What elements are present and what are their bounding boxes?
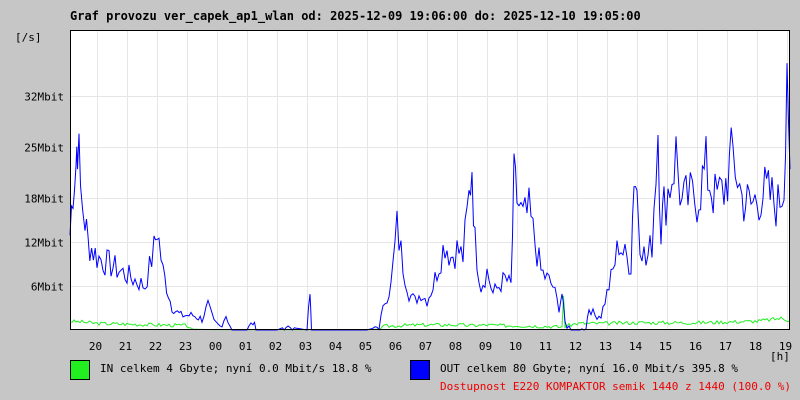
x-tick-label: 20 — [89, 340, 102, 353]
availability-text: Dostupnost E220 KOMPAKTOR semik 1440 z 1… — [440, 380, 791, 393]
y-tick-labels: 6Mbit 12Mbit 18Mbit 25Mbit 32Mbit — [24, 91, 64, 294]
x-tick-label: 02 — [269, 340, 282, 353]
x-tick-label: 00 — [209, 340, 222, 353]
x-tick-label: 14 — [629, 340, 643, 353]
out-legend-label: OUT celkem 80 Gbyte; nyní 16.0 Mbit/s 39… — [440, 362, 739, 375]
x-tick-label: 16 — [689, 340, 702, 353]
x-tick-label: 07 — [419, 340, 432, 353]
x-tick-label: 06 — [389, 340, 402, 353]
grid-lines — [70, 30, 790, 330]
y-tick-label: 18Mbit — [24, 193, 64, 206]
out-legend-swatch — [410, 360, 430, 380]
x-tick-label: 04 — [329, 340, 343, 353]
x-tick-label: 01 — [239, 340, 252, 353]
x-tick-label: 12 — [569, 340, 582, 353]
x-tick-label: 09 — [479, 340, 492, 353]
x-tick-label: 10 — [509, 340, 522, 353]
x-tick-label: 08 — [449, 340, 462, 353]
x-tick-label: 03 — [299, 340, 312, 353]
traffic-chart: 6Mbit 12Mbit 18Mbit 25Mbit 32Mbit 20 21 22 23 00… — [15, 30, 792, 363]
in-legend-label: IN celkem 4 Gbyte; nyní 0.0 Mbit/s 18.8 … — [100, 362, 372, 375]
in-legend-swatch — [70, 360, 90, 380]
x-tick-label: 15 — [659, 340, 672, 353]
x-tick-label: 21 — [119, 340, 132, 353]
x-axis-label: [h] — [770, 350, 790, 363]
x-tick-label: 23 — [179, 340, 192, 353]
y-axis-label: [/s] — [15, 31, 42, 44]
y-tick-label: 12Mbit — [24, 237, 64, 250]
x-tick-label: 05 — [359, 340, 372, 353]
x-tick-label: 18 — [749, 340, 762, 353]
x-tick-label: 22 — [149, 340, 162, 353]
x-tick-labels: 20 21 22 23 00 01 02 03 04 05 06 07 08 09 10 11 12 13 14 15… — [89, 340, 792, 353]
y-tick-label: 25Mbit — [24, 142, 64, 155]
plot-background — [70, 30, 790, 330]
chart-title: Graf provozu ver_capek_ap1_wlan od: 2025… — [70, 9, 641, 23]
x-tick-label: 17 — [719, 340, 732, 353]
x-tick-label: 13 — [599, 340, 612, 353]
x-tick-label: 11 — [539, 340, 552, 353]
y-tick-label: 32Mbit — [24, 91, 64, 104]
y-tick-label: 6Mbit — [31, 281, 64, 294]
